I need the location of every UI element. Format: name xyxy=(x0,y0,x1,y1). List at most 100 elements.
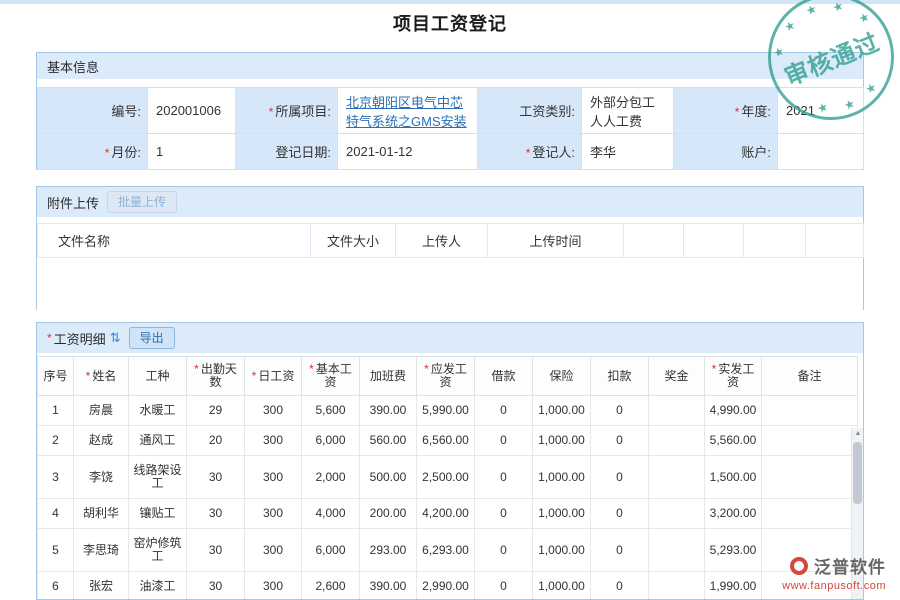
table-cell: 6,000 xyxy=(302,529,360,572)
salary-column-header: 备注 xyxy=(762,357,858,396)
number-label: 编号: xyxy=(111,104,141,119)
table-cell: 5,600 xyxy=(302,396,360,426)
salary-details-title: 工资明细 xyxy=(54,329,106,348)
table-cell: 30 xyxy=(187,529,245,572)
table-cell: 1,000.00 xyxy=(533,456,591,499)
batch-upload-button[interactable]: 批量上传 xyxy=(107,191,177,213)
required-mark: * xyxy=(194,362,199,376)
column-empty xyxy=(744,224,806,258)
table-cell: 窑炉修筑工 xyxy=(129,529,187,572)
salary-header-row: 序号*姓名工种*出勤天数*日工资*基本工资加班费*应发工资借款保险扣款奖金*实发… xyxy=(38,357,858,396)
account-value xyxy=(778,134,864,170)
table-cell: 0 xyxy=(591,499,649,529)
table-cell xyxy=(649,456,705,499)
table-cell: 镶贴工 xyxy=(129,499,187,529)
table-cell: 300 xyxy=(245,499,302,529)
table-cell: 房晨 xyxy=(74,396,129,426)
sort-icon[interactable]: ⇅ xyxy=(110,330,121,346)
salary-column-header: *实发工资 xyxy=(705,357,762,396)
salary-column-header: *基本工资 xyxy=(302,357,360,396)
table-cell xyxy=(762,396,858,426)
basic-info-form: 编号: 202001006 *所属项目: 北京朝阳区电气中芯特气系统之GMS安装… xyxy=(37,87,864,170)
table-cell: 1,000.00 xyxy=(533,396,591,426)
table-cell: 3 xyxy=(38,456,74,499)
table-cell: 5 xyxy=(38,529,74,572)
required-mark: * xyxy=(309,362,314,376)
table-cell: 4,200.00 xyxy=(417,499,475,529)
table-row[interactable]: 5李思琦窑炉修筑工303006,000293.006,293.0001,000.… xyxy=(38,529,858,572)
salary-column-header: 奖金 xyxy=(649,357,705,396)
table-cell: 30 xyxy=(187,456,245,499)
year-value: 2021 xyxy=(778,88,864,134)
salary-column-header: 工种 xyxy=(129,357,187,396)
required-mark: * xyxy=(252,369,257,383)
vendor-row: 泛普软件 xyxy=(782,553,886,578)
table-row[interactable]: 4胡利华镶贴工303004,000200.004,200.0001,000.00… xyxy=(38,499,858,529)
column-file-name: 文件名称 xyxy=(38,224,311,258)
project-link[interactable]: 北京朝阳区电气中芯特气系统之GMS安装 xyxy=(346,95,467,129)
table-cell: 5,293.00 xyxy=(705,529,762,572)
scroll-thumb[interactable] xyxy=(853,442,862,504)
category-value: 外部分包工人人工费 xyxy=(582,88,674,134)
category-label: 工资类别: xyxy=(519,104,575,119)
project-label-cell: *所属项目: xyxy=(236,88,338,134)
table-cell: 300 xyxy=(245,396,302,426)
table-cell: 0 xyxy=(475,572,533,600)
table-cell: 0 xyxy=(591,529,649,572)
table-cell: 500.00 xyxy=(360,456,417,499)
column-empty xyxy=(806,224,864,258)
table-cell: 0 xyxy=(591,426,649,456)
category-label-cell: 工资类别: xyxy=(478,88,582,134)
salary-column-header: 保险 xyxy=(533,357,591,396)
required-mark: * xyxy=(712,362,717,376)
table-row[interactable]: 6张宏油漆工303002,600390.002,990.0001,000.000… xyxy=(38,572,858,600)
column-upload-time: 上传时间 xyxy=(488,224,624,258)
table-cell: 1,000.00 xyxy=(533,572,591,600)
table-cell: 2,500.00 xyxy=(417,456,475,499)
column-uploader: 上传人 xyxy=(396,224,488,258)
table-row[interactable]: 2赵成通风工203006,000560.006,560.0001,000.000… xyxy=(38,426,858,456)
table-cell: 6,000 xyxy=(302,426,360,456)
table-cell xyxy=(762,456,858,499)
table-cell: 通风工 xyxy=(129,426,187,456)
salary-column-header: *出勤天数 xyxy=(187,357,245,396)
table-cell: 李思琦 xyxy=(74,529,129,572)
project-label: 所属项目: xyxy=(275,104,331,119)
table-cell: 200.00 xyxy=(360,499,417,529)
table-cell: 2,000 xyxy=(302,456,360,499)
table-row[interactable]: 1房晨水暖工293005,600390.005,990.0001,000.000… xyxy=(38,396,858,426)
table-cell: 390.00 xyxy=(360,572,417,600)
table-cell: 3,200.00 xyxy=(705,499,762,529)
salary-details-section: * 工资明细 ⇅ 导出 序号*姓名工种*出勤天数*日工资*基本工资加班费*应发工… xyxy=(36,322,864,600)
table-cell: 1,000.00 xyxy=(533,499,591,529)
table-cell: 6,560.00 xyxy=(417,426,475,456)
fanpu-logo-icon xyxy=(790,557,808,575)
star-icon: ★ xyxy=(864,81,878,96)
registrant-label-cell: *登记人: xyxy=(478,134,582,170)
column-empty xyxy=(684,224,744,258)
table-cell: 1,990.00 xyxy=(705,572,762,600)
table-row[interactable]: 3李饶线路架设工303002,000500.002,500.0001,000.0… xyxy=(38,456,858,499)
table-cell: 0 xyxy=(475,396,533,426)
date-value: 2021-01-12 xyxy=(338,134,478,170)
salary-table: 序号*姓名工种*出勤天数*日工资*基本工资加班费*应发工资借款保险扣款奖金*实发… xyxy=(37,356,858,600)
salary-table-wrap: 序号*姓名工种*出勤天数*日工资*基本工资加班费*应发工资借款保险扣款奖金*实发… xyxy=(37,356,863,600)
attachment-section: 附件上传 批量上传 文件名称 文件大小 上传人 上传时间 xyxy=(36,186,864,310)
table-cell: 1,000.00 xyxy=(533,529,591,572)
table-cell: 5,990.00 xyxy=(417,396,475,426)
table-cell: 300 xyxy=(245,572,302,600)
table-cell: 300 xyxy=(245,456,302,499)
table-cell: 2 xyxy=(38,426,74,456)
basic-info-title: 基本信息 xyxy=(47,57,99,76)
table-cell xyxy=(649,499,705,529)
table-cell: 2,600 xyxy=(302,572,360,600)
salary-column-header: *应发工资 xyxy=(417,357,475,396)
table-cell: 0 xyxy=(475,456,533,499)
attachment-table-header-row: 文件名称 文件大小 上传人 上传时间 xyxy=(38,224,864,258)
export-button[interactable]: 导出 xyxy=(129,327,175,349)
table-cell xyxy=(649,426,705,456)
year-label-cell: *年度: xyxy=(674,88,778,134)
table-cell: 水暖工 xyxy=(129,396,187,426)
scroll-up-icon[interactable]: ▲ xyxy=(852,428,864,440)
required-mark: * xyxy=(86,369,91,383)
